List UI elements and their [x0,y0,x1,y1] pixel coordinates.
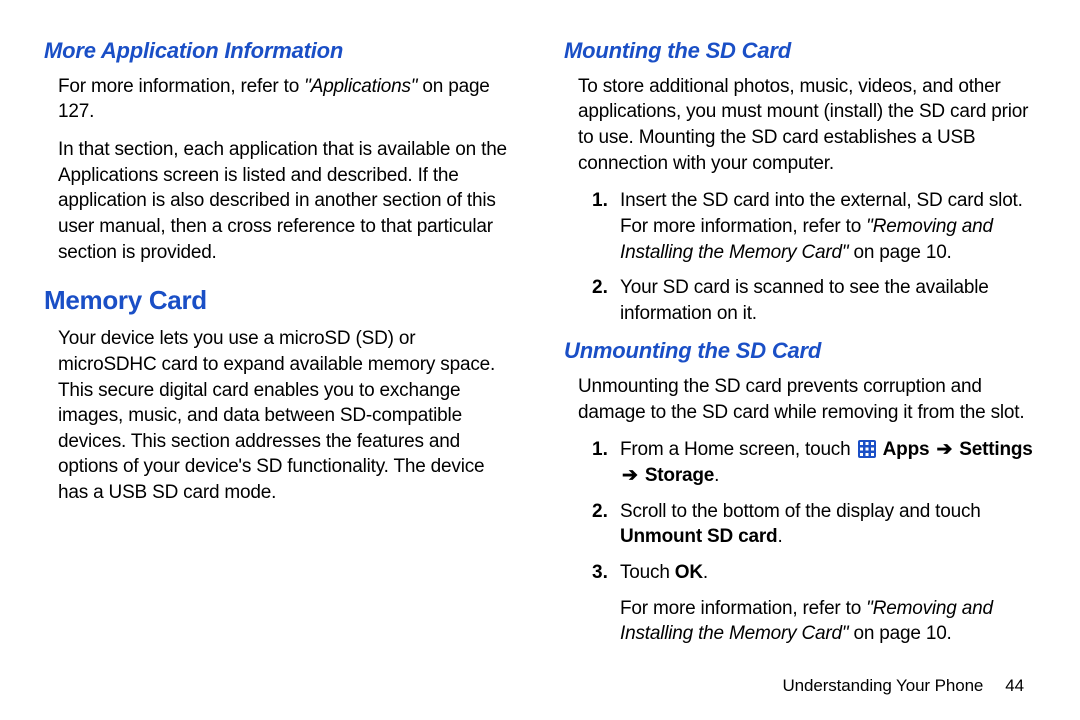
page-number: 44 [1005,676,1024,695]
text: For more information, refer to [58,76,304,97]
list-item: 1. Insert the SD card into the external,… [592,188,1036,265]
step-text: Scroll to the bottom of the display and … [620,499,1036,550]
text: . [777,526,782,547]
list-item: 1. From a Home screen, touch Apps ➔ Sett… [592,437,1036,488]
xref-applications: "Applications" [304,76,417,97]
list-note: For more information, refer to "Removing… [592,596,1036,647]
step-text: From a Home screen, touch Apps ➔ Setting… [620,437,1036,488]
heading-mounting: Mounting the SD Card [564,36,1036,66]
nav-apps: Apps [883,439,930,460]
arrow-icon: ➔ [936,439,952,460]
spacer [592,596,620,647]
heading-more-app-info: More Application Information [44,36,516,66]
step-text: Insert the SD card into the external, SD… [620,188,1036,265]
para-more-1: For more information, refer to "Applicat… [58,74,516,125]
manual-page: More Application Information For more in… [0,0,1080,720]
para-unmounting: Unmounting the SD card prevents corrupti… [578,374,1036,425]
mounting-steps: 1. Insert the SD card into the external,… [592,188,1036,326]
step-text: Your SD card is scanned to see the avail… [620,275,1036,326]
page-footer: Understanding Your Phone 44 [782,675,1024,698]
text: on page 10. [848,242,951,263]
step-number: 2. [592,499,620,550]
text: . [714,465,719,486]
ui-ok: OK [675,562,703,583]
step-number: 3. [592,560,620,586]
unmounting-steps: 1. From a Home screen, touch Apps ➔ Sett… [592,437,1036,646]
text: For more information, refer to [620,598,866,619]
para-memory: Your device lets you use a microSD (SD) … [58,326,516,505]
text: From a Home screen, touch [620,439,856,460]
text: Scroll to the bottom of the display and … [620,501,981,522]
text: Touch [620,562,675,583]
list-item: 2. Scroll to the bottom of the display a… [592,499,1036,550]
step-number: 1. [592,188,620,265]
note-text: For more information, refer to "Removing… [620,596,1036,647]
para-mounting: To store additional photos, music, video… [578,74,1036,177]
heading-unmounting: Unmounting the SD Card [564,336,1036,366]
para-more-2: In that section, each application that i… [58,137,516,265]
list-item: 2. Your SD card is scanned to see the av… [592,275,1036,326]
step-text: Touch OK. [620,560,1036,586]
apps-grid-icon [858,440,876,458]
nav-settings: Settings [959,439,1032,460]
right-column: Mounting the SD Card To store additional… [564,36,1036,700]
text: . [703,562,708,583]
heading-memory-card: Memory Card [44,283,516,318]
step-number: 1. [592,437,620,488]
step-number: 2. [592,275,620,326]
text: on page 10. [848,623,951,644]
list-item: 3. Touch OK. [592,560,1036,586]
nav-storage: Storage [645,465,714,486]
left-column: More Application Information For more in… [44,36,516,700]
ui-unmount-sd: Unmount SD card [620,526,777,547]
arrow-icon: ➔ [622,465,638,486]
section-title: Understanding Your Phone [782,676,983,695]
